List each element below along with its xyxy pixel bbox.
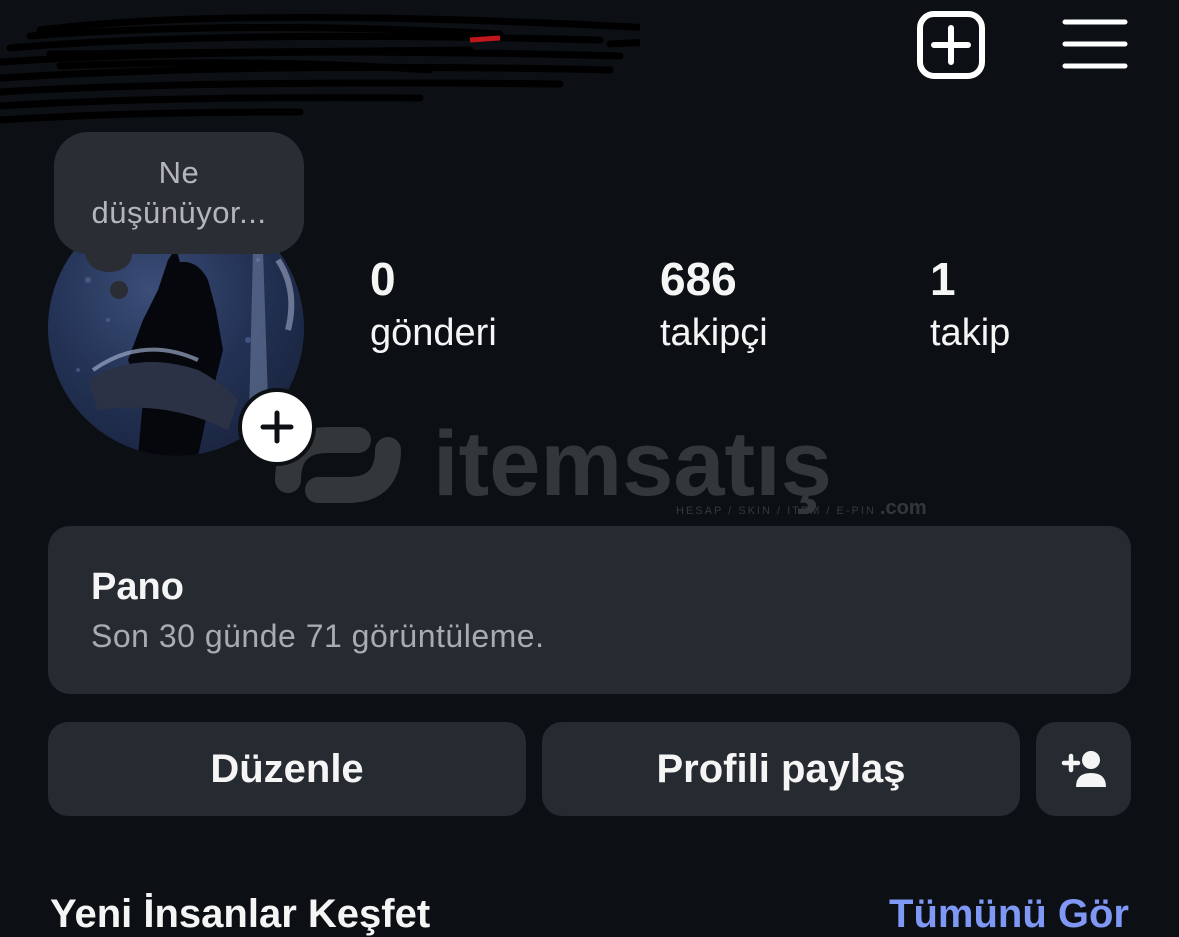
dashboard-card[interactable]: Pano Son 30 günde 71 görüntüleme.	[48, 526, 1131, 694]
watermark-domain: .com	[880, 497, 927, 519]
plus-square-icon	[917, 11, 985, 79]
note-bubble[interactable]: Ne düşünüyor...	[54, 132, 304, 254]
stat-label: gönderi	[370, 312, 497, 354]
stat-value: 0	[370, 253, 396, 305]
watermark: itemsatış HESAP / SKIN / ITEM / E-PIN .c…	[275, 413, 927, 519]
see-all-link[interactable]: Tümünü Gör	[889, 892, 1129, 937]
dashboard-title: Pano	[91, 566, 184, 608]
stat-label: takip	[930, 312, 1011, 354]
watermark-sub: HESAP / SKIN / ITEM / E-PIN	[676, 505, 876, 517]
hamburger-menu-icon	[1062, 19, 1128, 69]
edit-profile-button[interactable]: Düzenle	[48, 722, 526, 816]
add-person-icon	[1061, 751, 1106, 787]
add-story-button[interactable]	[238, 388, 316, 466]
dashboard-subtitle: Son 30 günde 71 görüntüleme.	[91, 618, 545, 654]
plus-icon	[260, 410, 294, 444]
stat-posts[interactable]: 0 gönderi	[370, 250, 497, 358]
watermark-text: itemsatış	[433, 413, 832, 515]
stat-following[interactable]: 1 takip	[930, 250, 1010, 358]
note-placeholder: Ne düşünüyor...	[91, 155, 267, 230]
discover-title: Yeni İnsanlar Keşfet	[50, 892, 431, 936]
note-tail-dot	[110, 281, 128, 299]
discover-people-button[interactable]	[1036, 722, 1131, 816]
stat-followers[interactable]: 686 takipçi	[660, 250, 768, 358]
share-profile-button[interactable]: Profili paylaş	[542, 722, 1020, 816]
stat-label: takipçi	[660, 312, 768, 354]
stat-value: 1	[930, 253, 956, 305]
menu-button[interactable]	[1060, 12, 1130, 76]
stat-value: 686	[660, 253, 737, 305]
new-post-button[interactable]	[914, 8, 988, 82]
redacted-username	[0, 14, 640, 124]
